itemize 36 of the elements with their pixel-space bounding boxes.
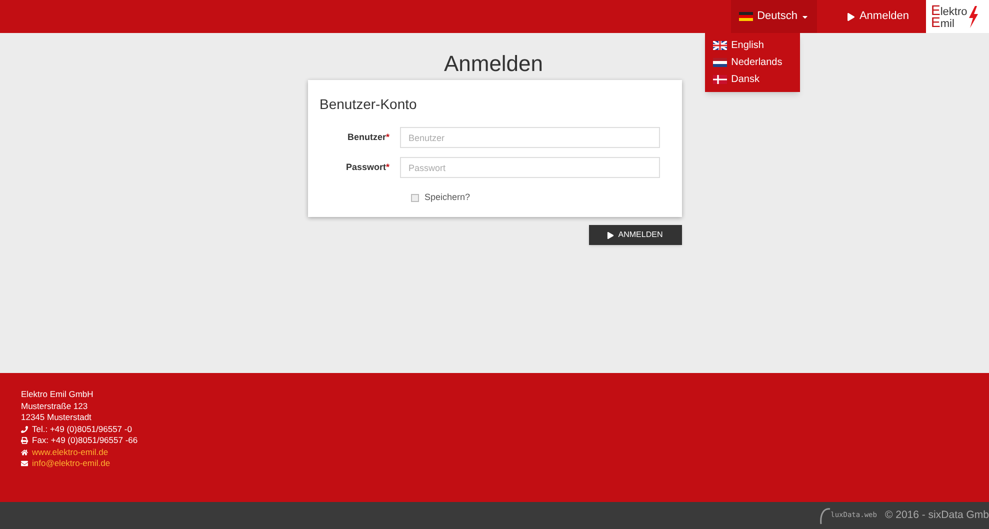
envelope-icon (21, 460, 28, 468)
field-label: Passwort* (344, 160, 390, 174)
copyright-text: © 2016 - sixData Gmb (884, 508, 989, 523)
contact-link[interactable]: www.elektro-emil.de (32, 446, 108, 458)
contact-text: Fax: +49 (0)8051/96557 -66 (32, 435, 138, 446)
phone-icon (21, 426, 28, 433)
language-dropdown[interactable]: Deutsch (731, 0, 818, 33)
address-line: Elektro Emil GmbH (21, 389, 94, 400)
checkbox[interactable] (410, 194, 418, 202)
language-option[interactable]: Dansk (705, 71, 800, 88)
play-icon (607, 232, 614, 238)
checkbox-label: Speichern? (424, 191, 470, 204)
contact-link[interactable]: info@elektro-emil.de (32, 458, 110, 470)
card-title: Benutzer-Konto (320, 95, 418, 114)
flag-icon (713, 75, 728, 84)
home-icon (21, 448, 28, 456)
login-link[interactable]: Anmelden (847, 8, 909, 25)
address-line: 12345 Musterstadt (21, 412, 92, 424)
swoosh-logo-icon (818, 506, 831, 524)
logo-text: Emil (931, 16, 954, 28)
contact-text: Tel.: +49 (0)8051/96557 -0 (32, 424, 132, 435)
input-field[interactable]: Passwort (400, 157, 660, 178)
input-field[interactable]: Benutzer (400, 127, 660, 148)
printer-icon (21, 437, 28, 444)
submit-button[interactable]: ANMELDEN (588, 225, 682, 245)
field-label: Benutzer* (346, 130, 390, 144)
flag-icon (713, 41, 728, 50)
page-title: Anmelden (444, 50, 544, 78)
address-line: Musterstraße 123 (21, 400, 89, 412)
lightning-icon (968, 6, 978, 28)
language-option[interactable]: English (705, 37, 800, 54)
play-icon (847, 12, 856, 20)
flag-icon (713, 58, 728, 67)
language-option[interactable]: Nederlands (705, 54, 800, 71)
logo-text: Elektro (931, 4, 968, 16)
flag-icon (739, 12, 754, 21)
